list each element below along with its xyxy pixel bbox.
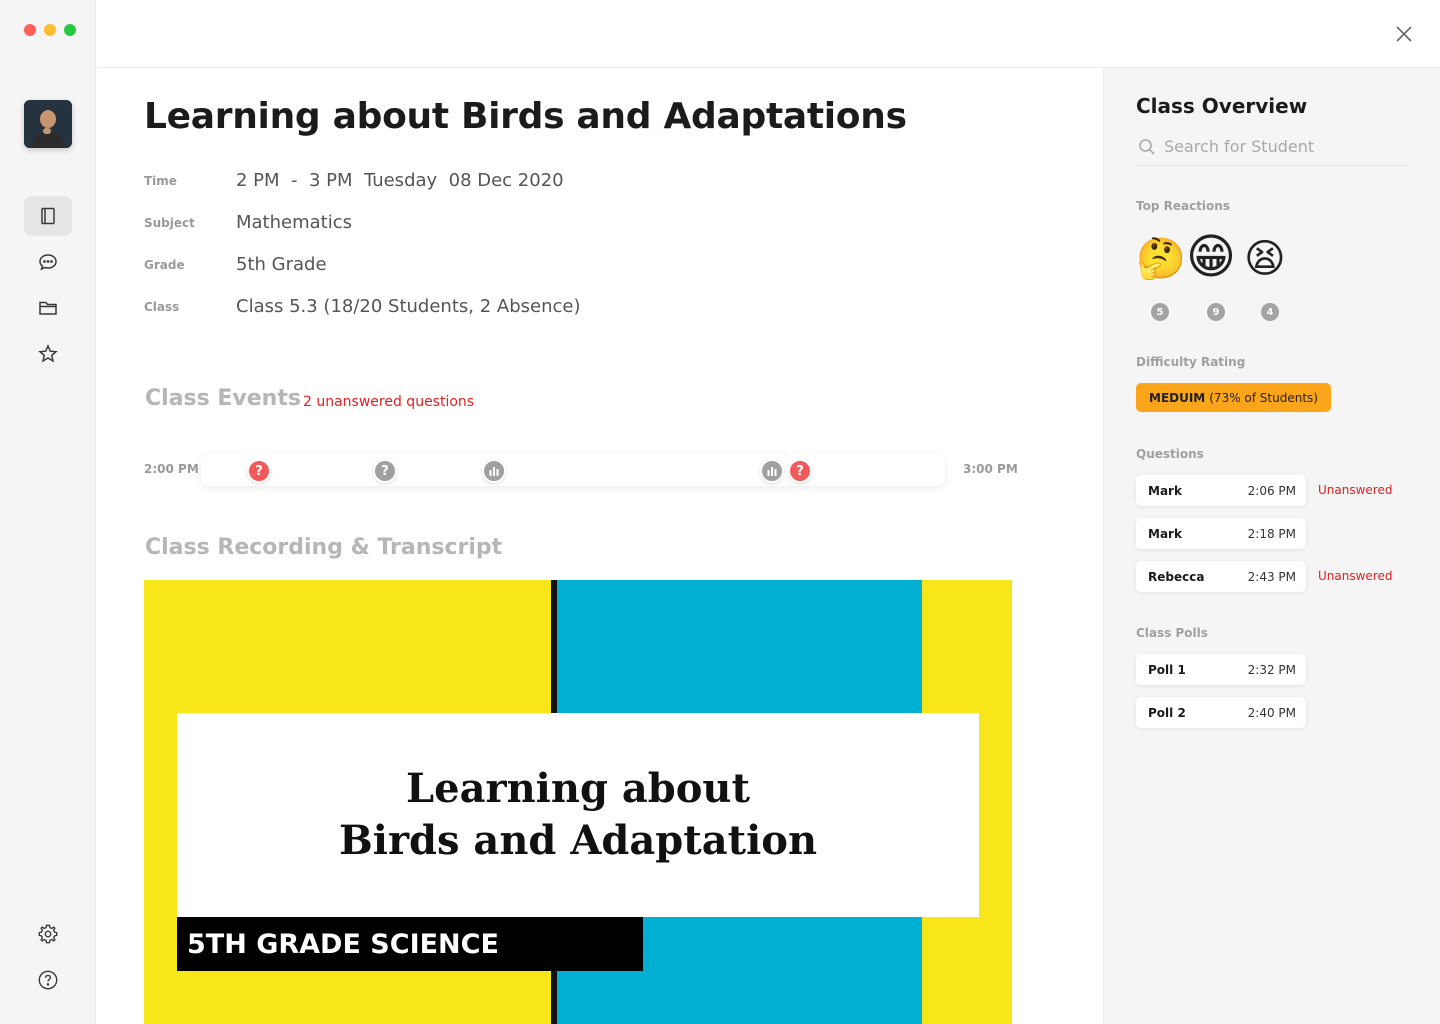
- slide-title-card: Learning about Birds and Adaptation: [177, 713, 979, 917]
- difficulty-detail: (73% of Students): [1209, 390, 1318, 405]
- poll-time: 2:32 PM: [1247, 662, 1296, 677]
- class-recording-title: Class Recording & Transcript: [145, 535, 503, 560]
- close-icon: [1396, 26, 1412, 42]
- grinning-emoji: 😁: [1186, 229, 1237, 285]
- timeline-end-label: 3:00 PM: [963, 462, 1018, 476]
- question-card[interactable]: Mark 2:06 PM: [1136, 475, 1306, 506]
- reaction-count: 5: [1151, 303, 1169, 321]
- timeline-start-label: 2:00 PM: [144, 462, 199, 476]
- search-input[interactable]: [1164, 137, 1394, 156]
- detail-label: Class: [144, 299, 180, 314]
- detail-row-grade: Grade 5th Grade: [144, 254, 327, 275]
- window-maximize-dot[interactable]: [64, 24, 76, 36]
- folder-icon: [39, 301, 57, 315]
- detail-row-subject: Subject Mathematics: [144, 212, 352, 233]
- detail-row-time: Time 2 PM - 3 PM Tuesday 08 Dec 2020: [144, 170, 564, 191]
- sidebar-item-favorites[interactable]: [24, 334, 72, 374]
- poll-time: 2:40 PM: [1247, 705, 1296, 720]
- poll-card[interactable]: Poll 1 2:32 PM: [1136, 654, 1306, 685]
- lesson-detail: Learning about Birds and Adaptations Tim…: [97, 68, 1103, 1024]
- class-events-title: Class Events: [145, 386, 301, 411]
- question-time: 2:43 PM: [1247, 569, 1296, 584]
- close-button[interactable]: [1392, 22, 1416, 46]
- top-reactions-label: Top Reactions: [1136, 199, 1230, 213]
- slide-subtitle-band: 5TH GRADE SCIENCE: [177, 917, 643, 971]
- timeline-question-marker[interactable]: ?: [373, 459, 397, 483]
- timeline-question-marker[interactable]: ?: [247, 459, 271, 483]
- star-icon: [38, 344, 58, 363]
- student-search: [1136, 128, 1408, 166]
- reaction-count: 4: [1261, 303, 1279, 321]
- question-card[interactable]: Mark 2:18 PM: [1136, 518, 1306, 549]
- class-overview-panel: Class Overview Top Reactions 🤔 5 😁 9 😫 4…: [1103, 68, 1440, 1024]
- sidebar: [0, 0, 96, 1024]
- detail-label: Time: [144, 173, 177, 188]
- class-polls-label: Class Polls: [1136, 626, 1208, 640]
- detail-value: Class 5.3 (18/20 Students, 2 Absence): [236, 296, 581, 317]
- poll-name: Poll 1: [1148, 662, 1186, 677]
- detail-label: Subject: [144, 215, 195, 230]
- settings-button[interactable]: [36, 922, 60, 946]
- sidebar-item-files[interactable]: [24, 288, 72, 328]
- help-icon: [38, 970, 58, 990]
- window-controls: [24, 24, 76, 36]
- gear-icon: [38, 924, 58, 944]
- sidebar-item-messages[interactable]: [24, 242, 72, 282]
- question-time: 2:18 PM: [1247, 526, 1296, 541]
- difficulty-rating-label: Difficulty Rating: [1136, 355, 1246, 369]
- detail-row-class: Class Class 5.3 (18/20 Students, 2 Absen…: [144, 296, 581, 317]
- question-student: Mark: [1148, 483, 1182, 498]
- timeline-poll-marker[interactable]: [760, 459, 784, 483]
- question-card[interactable]: Rebecca 2:43 PM: [1136, 561, 1306, 592]
- question-time: 2:06 PM: [1247, 483, 1296, 498]
- poll-name: Poll 2: [1148, 705, 1186, 720]
- detail-value: 2 PM - 3 PM Tuesday 08 Dec 2020: [236, 170, 564, 191]
- help-button[interactable]: [36, 968, 60, 992]
- question-status: Unanswered: [1318, 483, 1393, 497]
- events-timeline[interactable]: ? ? ?: [201, 454, 945, 486]
- timeline-poll-marker[interactable]: [482, 459, 506, 483]
- question-status: Unanswered: [1318, 569, 1393, 583]
- poll-icon: [489, 467, 499, 476]
- sidebar-item-lessons[interactable]: [24, 196, 72, 236]
- timeline-question-marker[interactable]: ?: [788, 459, 812, 483]
- question-student: Rebecca: [1148, 569, 1205, 584]
- window-minimize-dot[interactable]: [44, 24, 56, 36]
- poll-card[interactable]: Poll 2 2:40 PM: [1136, 697, 1306, 728]
- question-student: Mark: [1148, 526, 1182, 541]
- detail-value: 5th Grade: [236, 254, 327, 275]
- thinking-emoji: 🤔: [1136, 236, 1186, 282]
- reaction-count: 9: [1207, 303, 1225, 321]
- class-recording-video[interactable]: Learning about Birds and Adaptation 5TH …: [144, 580, 1012, 1024]
- page-title: Learning about Birds and Adaptations: [144, 96, 907, 137]
- avatar-image: [24, 100, 72, 148]
- window-close-dot[interactable]: [24, 24, 36, 36]
- detail-value: Mathematics: [236, 212, 352, 233]
- slide-title-line-2: Birds and Adaptation: [338, 817, 818, 864]
- detail-label: Grade: [144, 257, 185, 272]
- poll-icon: [767, 467, 777, 476]
- difficulty-badge: MEDUIM (73% of Students): [1136, 383, 1331, 412]
- questions-label: Questions: [1136, 447, 1204, 461]
- tired-emoji: 😫: [1244, 236, 1286, 282]
- panel-title: Class Overview: [1136, 94, 1308, 118]
- unanswered-questions-link[interactable]: 2 unanswered questions: [303, 394, 474, 410]
- search-icon: [1139, 138, 1155, 155]
- top-bar: [97, 0, 1440, 68]
- chat-icon: [39, 254, 57, 271]
- difficulty-level: MEDUIM: [1149, 390, 1206, 405]
- book-icon: [41, 207, 55, 225]
- avatar[interactable]: [24, 100, 72, 148]
- slide-title-line-1: Learning about: [406, 765, 750, 812]
